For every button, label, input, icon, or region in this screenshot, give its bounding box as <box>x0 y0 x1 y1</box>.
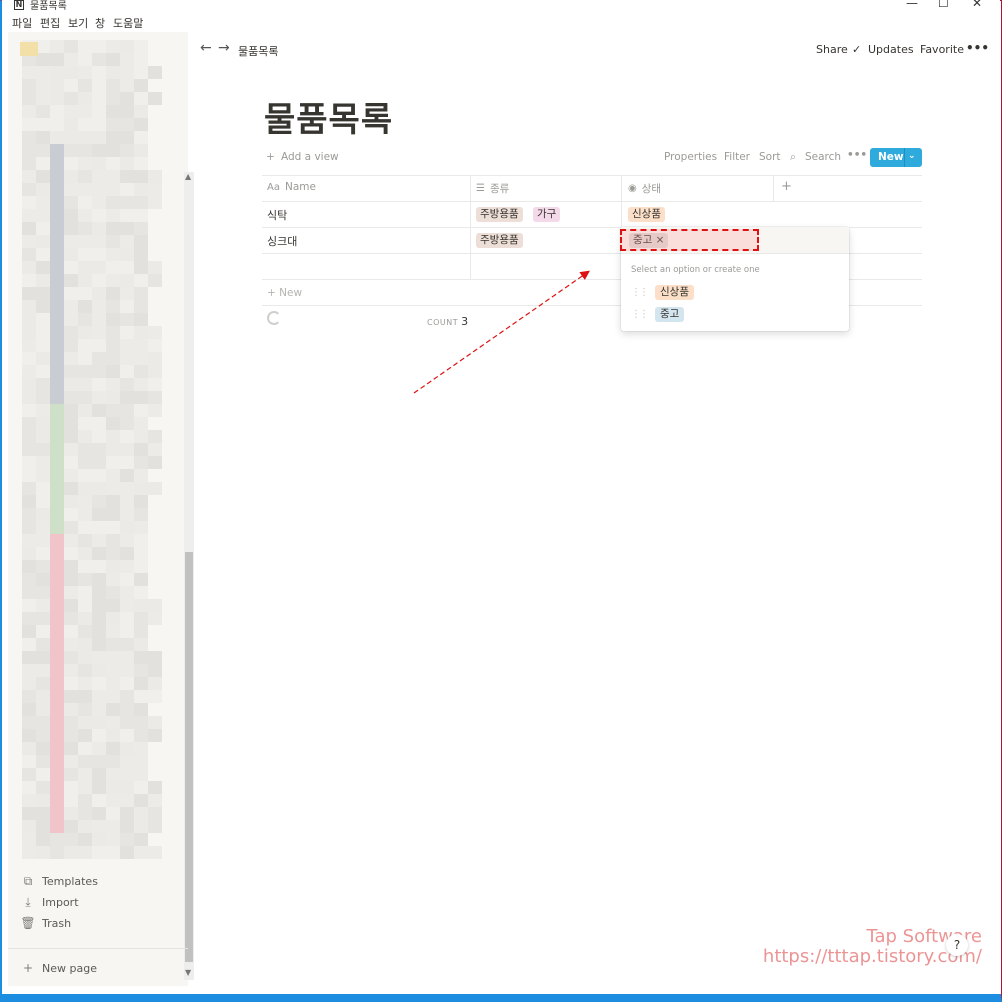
annotation-arrow <box>413 270 590 394</box>
help-button[interactable]: ? <box>946 934 968 956</box>
